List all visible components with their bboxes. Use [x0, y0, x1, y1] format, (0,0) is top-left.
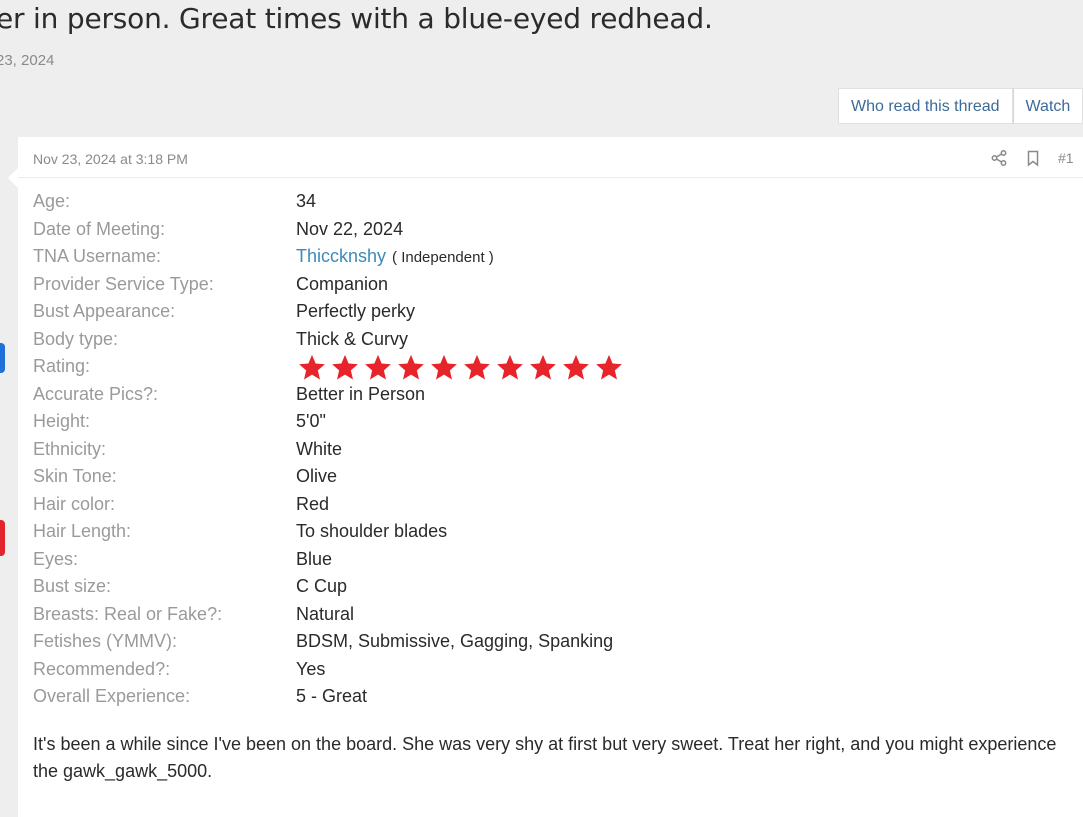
- field-value: Perfectly perky: [296, 301, 416, 321]
- field-value: Better in Person: [296, 383, 426, 404]
- field-value: Thick & Curvy: [296, 328, 409, 349]
- field-value: White: [296, 438, 343, 459]
- post-actions: #1: [990, 149, 1074, 167]
- field-label: Eyes:: [33, 548, 79, 569]
- star-icon: [563, 354, 589, 380]
- star-icon: [596, 354, 622, 380]
- field-value: Olive: [296, 466, 338, 486]
- field-label: Recommended?:: [33, 658, 171, 679]
- field-value-container: Thiccknshy ( Independent ): [296, 246, 494, 267]
- field-value: 34: [296, 191, 317, 211]
- field-label: Skin Tone:: [33, 466, 117, 486]
- star-icon: [431, 354, 457, 380]
- star-icon: [497, 354, 523, 380]
- field-value: To shoulder blades: [296, 521, 448, 541]
- thread-date: 23, 2024: [0, 52, 55, 69]
- thread-action-buttons: Who read this thread Watch: [838, 88, 1083, 124]
- post-body-text: It's been a while since I've been on the…: [33, 734, 1057, 781]
- field-label: Height:: [33, 411, 91, 431]
- field-label: Rating:: [33, 356, 91, 376]
- field-label: Hair Length:: [33, 521, 132, 541]
- star-icon: [398, 354, 424, 380]
- bookmark-icon[interactable]: [1024, 149, 1042, 167]
- star-icon: [299, 354, 325, 380]
- post-date[interactable]: Nov 23, 2024 at 3:18 PM: [33, 151, 188, 167]
- post-pointer: [8, 168, 18, 188]
- field-value: 5 - Great: [296, 686, 368, 706]
- star-icon: [530, 354, 556, 380]
- star-icon: [464, 354, 490, 380]
- provider-type-tag: ( Independent ): [392, 249, 494, 266]
- field-label: Accurate Pics?:: [33, 383, 159, 404]
- field-label: TNA Username:: [33, 246, 162, 266]
- tna-username-link[interactable]: Thiccknshy: [296, 246, 386, 266]
- star-icon: [332, 354, 358, 380]
- post-header: Nov 23, 2024 at 3:18 PM #1: [18, 137, 1083, 178]
- field-value: Red: [296, 493, 330, 514]
- field-value: C Cup: [296, 576, 348, 596]
- rating-stars: [296, 353, 625, 383]
- field-label: Overall Experience:: [33, 686, 191, 706]
- field-label: Body type:: [33, 328, 119, 349]
- field-label: Date of Meeting:: [33, 218, 166, 239]
- who-read-this-thread-button[interactable]: Who read this thread: [838, 88, 1013, 124]
- field-label: Hair color:: [33, 493, 116, 514]
- field-value: BDSM, Submissive, Gagging, Spanking: [296, 631, 614, 651]
- watch-button[interactable]: Watch: [1012, 88, 1083, 124]
- field-label: Ethnicity:: [33, 438, 107, 459]
- thread-title: er in person. Great times with a blue-ey…: [0, 2, 713, 35]
- field-label: Fetishes (YMMV):: [33, 631, 178, 651]
- field-label: Provider Service Type:: [33, 273, 214, 294]
- post-container: Nov 23, 2024 at 3:18 PM #1 Age: 34 Date …: [18, 137, 1083, 817]
- field-value: 5'0": [296, 411, 326, 431]
- field-value: Nov 22, 2024: [296, 218, 404, 239]
- field-label: Bust Appearance:: [33, 301, 176, 321]
- star-icon: [365, 354, 391, 380]
- field-label: Breasts: Real or Fake?:: [33, 603, 223, 624]
- field-value: Companion: [296, 273, 389, 294]
- side-badge-blue: [0, 343, 5, 373]
- field-value: Blue: [296, 548, 333, 569]
- field-label: Bust size:: [33, 576, 112, 596]
- share-icon[interactable]: [990, 149, 1008, 167]
- field-value: Yes: [296, 658, 326, 679]
- post-number-link[interactable]: #1: [1058, 150, 1074, 166]
- field-label: Age:: [33, 191, 71, 211]
- side-badge-red: [0, 520, 5, 556]
- field-value: Natural: [296, 603, 355, 624]
